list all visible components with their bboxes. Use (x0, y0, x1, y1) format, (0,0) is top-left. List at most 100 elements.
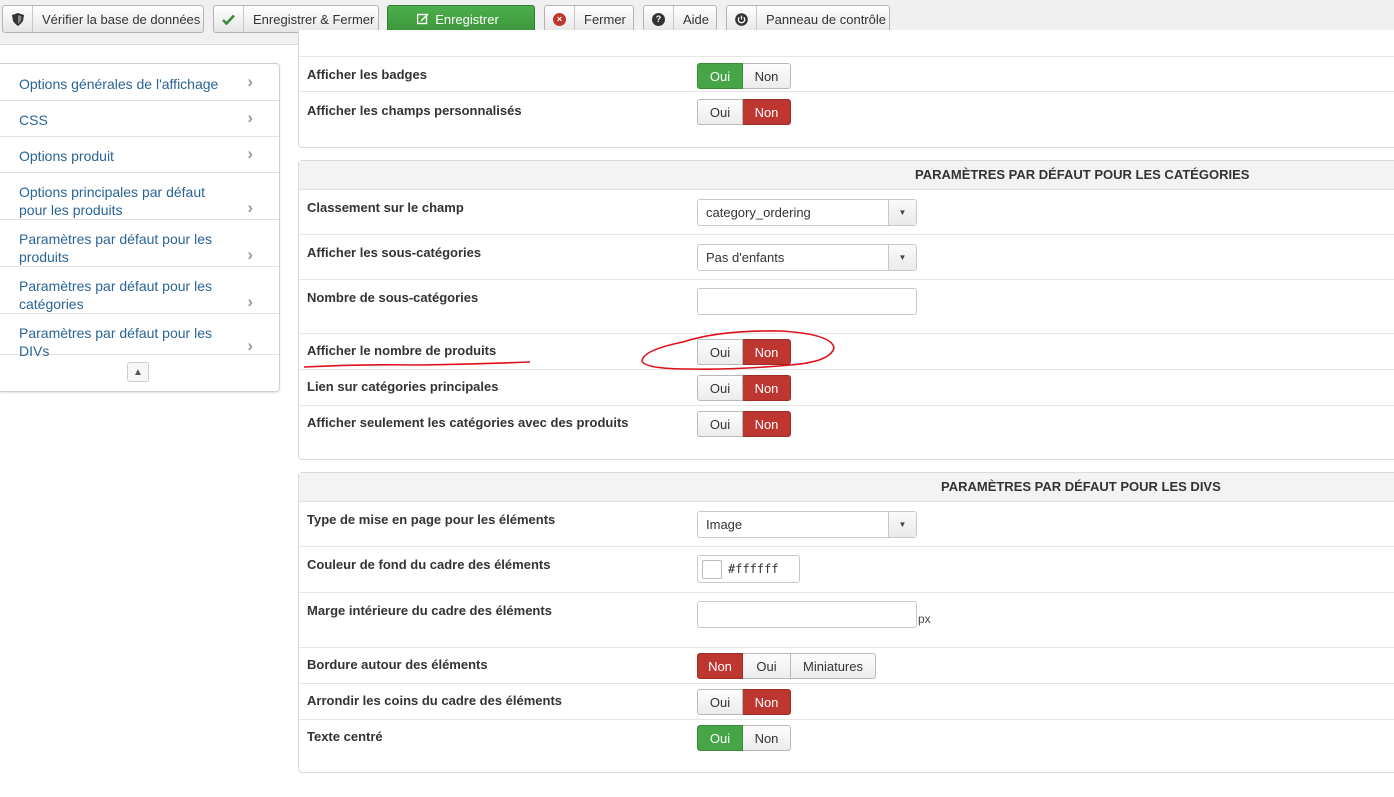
sidebar-item-label: Paramètres par défaut pour les produits (19, 231, 212, 265)
field-label: Texte centré (307, 729, 383, 744)
no-option[interactable]: Non (743, 63, 791, 89)
field-label: Arrondir les coins du cadre des éléments (307, 693, 563, 708)
save-label: Enregistrer (435, 11, 499, 27)
cancel-icon: × (545, 6, 575, 32)
color-hex-value: #ffffff (728, 562, 779, 576)
yes-option[interactable]: Oui (697, 375, 743, 401)
close-button[interactable]: × Fermer (544, 5, 634, 33)
sidebar-item-product-defaults[interactable]: Paramètres par défaut pour les produits … (0, 220, 279, 267)
field-label: Afficher seulement les catégories avec d… (307, 415, 629, 430)
no-option[interactable]: Non (743, 411, 791, 437)
sidebar-item-css[interactable]: CSS › (0, 101, 279, 137)
question-icon: ? (644, 6, 674, 32)
layout-type-select[interactable]: Image ▼ (697, 511, 917, 538)
sidebar-item-product-options[interactable]: Options produit › (0, 137, 279, 173)
field-label: Afficher les champs personnalisés (307, 103, 522, 118)
select-value: Image (706, 517, 743, 532)
padding-input[interactable] (697, 601, 917, 628)
sidebar-item-main-product-defaults[interactable]: Options principales par défaut pour les … (0, 173, 279, 220)
yes-option[interactable]: Oui (697, 63, 743, 89)
subcategories-number-input[interactable] (697, 288, 917, 315)
no-option[interactable]: Non (743, 725, 791, 751)
row-layout-type: Type de mise en page pour les éléments I… (299, 502, 1394, 547)
yes-option[interactable]: Oui (697, 689, 743, 715)
close-label: Fermer (584, 11, 626, 27)
yes-option[interactable]: Oui (697, 725, 743, 751)
no-option[interactable]: Non (697, 653, 743, 679)
yes-option[interactable]: Oui (697, 339, 743, 365)
field-label: Marge intérieure du cadre des éléments (307, 603, 552, 618)
chevron-right-icon: › (247, 245, 253, 264)
collapse-sidebar-button[interactable]: ▲ (127, 362, 149, 382)
ordering-select[interactable]: category_ordering ▼ (697, 199, 917, 226)
field-label: Classement sur le champ (307, 200, 464, 215)
chevron-right-icon: › (247, 198, 253, 217)
chevron-right-icon: › (247, 292, 253, 311)
chevron-right-icon: › (247, 72, 253, 91)
show-badges-toggle: Oui Non (697, 63, 791, 89)
help-button[interactable]: ? Aide (643, 5, 717, 33)
save-button[interactable]: Enregistrer (387, 5, 535, 33)
chevron-right-icon: › (247, 336, 253, 355)
panel-category-defaults: PARAMÈTRES PAR DÉFAUT POUR LES CATÉGORIE… (298, 160, 1394, 460)
thumbnails-option[interactable]: Miniatures (791, 653, 876, 679)
field-label: Nombre de sous-catégories (307, 290, 479, 305)
control-panel-button[interactable]: Panneau de contrôle (726, 5, 890, 33)
row-show-badges: Afficher les badges Oui Non (299, 56, 1394, 92)
no-option[interactable]: Non (743, 375, 791, 401)
panel-div-defaults: PARAMÈTRES PAR DÉFAUT POUR LES DIVS Type… (298, 472, 1394, 773)
yes-option[interactable]: Oui (743, 653, 791, 679)
caret-down-icon: ▼ (888, 245, 916, 270)
edit-icon (417, 13, 429, 25)
row-show-product-count: Afficher le nombre de produits Oui Non (299, 334, 1394, 370)
row-only-categories-with-products: Afficher seulement les catégories avec d… (299, 406, 1394, 456)
sidebar-item-category-defaults[interactable]: Paramètres par défaut pour les catégorie… (0, 267, 279, 314)
color-swatch[interactable] (702, 560, 722, 579)
check-database-button[interactable]: Vérifier la base de données (2, 5, 204, 33)
control-panel-label: Panneau de contrôle (766, 11, 886, 27)
chevron-right-icon: › (247, 144, 253, 163)
sidebar-item-label: Paramètres par défaut pour les catégorie… (19, 278, 212, 312)
show-product-count-toggle: Oui Non (697, 339, 791, 365)
yes-option[interactable]: Oui (697, 411, 743, 437)
sidebar-item-label: CSS (19, 112, 48, 128)
yes-option[interactable]: Oui (697, 99, 743, 125)
shield-icon (3, 6, 33, 32)
field-label: Type de mise en page pour les éléments (307, 512, 556, 527)
row-subcategories: Afficher les sous-catégories Pas d'enfan… (299, 235, 1394, 280)
no-option[interactable]: Non (743, 339, 791, 365)
background-color-picker[interactable]: #ffffff (697, 555, 800, 583)
panel-title: PARAMÈTRES PAR DÉFAUT POUR LES CATÉGORIE… (915, 167, 1250, 182)
row-rounded-corners: Arrondir les coins du cadre des éléments… (299, 684, 1394, 720)
power-icon (727, 6, 757, 32)
caret-down-icon: ▼ (888, 200, 916, 225)
row-centered-text: Texte centré Oui Non (299, 720, 1394, 770)
subcategories-select[interactable]: Pas d'enfants ▼ (697, 244, 917, 271)
select-value: category_ordering (706, 205, 811, 220)
row-padding: Marge intérieure du cadre des éléments p… (299, 593, 1394, 648)
rounded-corners-toggle: Oui Non (697, 689, 791, 715)
help-label: Aide (683, 11, 710, 27)
no-option[interactable]: Non (743, 689, 791, 715)
sidebar-item-general-display[interactable]: Options générales de l'affichage › (0, 64, 279, 101)
sidebar-item-div-defaults[interactable]: Paramètres par défaut pour les DIVs › (0, 314, 279, 359)
border-toggle: Non Oui Miniatures (697, 653, 876, 679)
field-label: Bordure autour des éléments (307, 657, 488, 672)
chevron-right-icon: › (247, 108, 253, 127)
no-option[interactable]: Non (743, 99, 791, 125)
sidebar-item-label: Options produit (19, 148, 114, 164)
main-categories-link-toggle: Oui Non (697, 375, 791, 401)
eject-icon: ▲ (133, 366, 143, 378)
save-close-button[interactable]: Enregistrer & Fermer (213, 5, 379, 33)
panel-header: PARAMÈTRES PAR DÉFAUT POUR LES DIVS (299, 473, 1394, 502)
row-ordering: Classement sur le champ category_orderin… (299, 190, 1394, 235)
field-label: Couleur de fond du cadre des éléments (307, 557, 551, 572)
row-subcategories-number: Nombre de sous-catégories (299, 280, 1394, 334)
only-categories-with-products-toggle: Oui Non (697, 411, 791, 437)
select-value: Pas d'enfants (706, 250, 785, 265)
unit-label: px (918, 612, 931, 626)
centered-text-toggle: Oui Non (697, 725, 791, 751)
field-label: Afficher les badges (307, 67, 427, 82)
panel-display-options: Afficher les badges Oui Non Afficher les… (298, 30, 1394, 148)
caret-down-icon: ▼ (888, 512, 916, 537)
